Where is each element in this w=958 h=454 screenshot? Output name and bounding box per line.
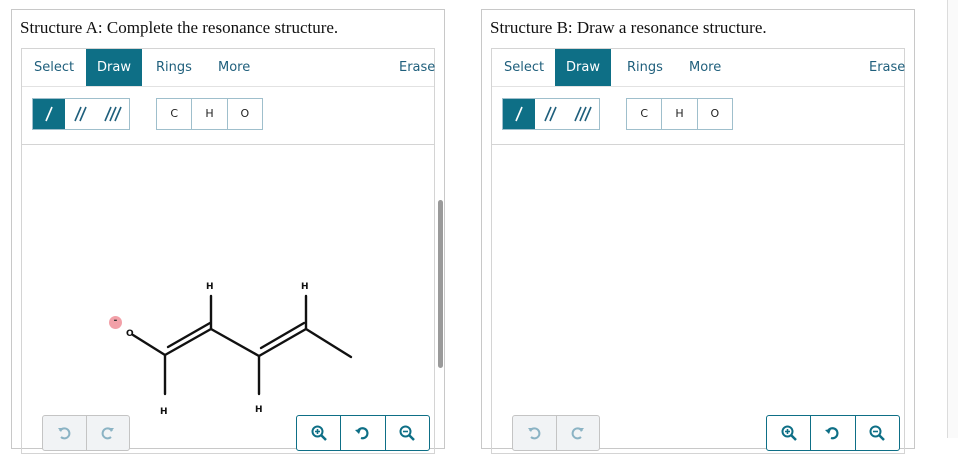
bond-tools-a	[32, 98, 130, 130]
zoom-reset-icon[interactable]	[340, 416, 384, 450]
undo-redo-b	[512, 415, 600, 451]
tab-more[interactable]: More	[678, 49, 732, 86]
bond-tools-b	[502, 98, 600, 130]
element-h-button[interactable]: H	[191, 99, 226, 129]
zoom-controls-a	[296, 415, 430, 451]
drawing-canvas-a[interactable]: - O H H H H	[21, 144, 435, 454]
tool-tabs-a: Select Draw Rings More Erase	[22, 49, 435, 87]
toolbar-b: Select Draw Rings More Erase C H O	[491, 48, 905, 145]
tab-rings[interactable]: Rings	[145, 49, 203, 86]
tab-rings[interactable]: Rings	[616, 49, 674, 86]
atom-hydrogen[interactable]: H	[160, 407, 168, 417]
zoom-in-icon[interactable]	[297, 416, 340, 450]
single-bond-icon[interactable]	[33, 99, 65, 129]
element-h-button[interactable]: H	[661, 99, 696, 129]
structure-a-panel: Structure A: Complete the resonance stru…	[11, 9, 445, 454]
erase-button[interactable]: Erase	[858, 49, 916, 86]
molecule-bonds	[131, 294, 353, 396]
negative-charge-marker[interactable]: -	[109, 315, 122, 329]
single-bond-icon[interactable]	[503, 99, 535, 129]
double-bond-icon[interactable]	[535, 99, 567, 129]
structure-b-panel: Structure B: Draw a resonance structure.…	[481, 9, 915, 454]
element-o-button[interactable]: O	[226, 99, 262, 129]
canvas-scrollbar[interactable]	[438, 200, 443, 368]
page-scrollbar[interactable]	[947, 0, 958, 438]
zoom-reset-icon[interactable]	[810, 416, 854, 450]
tab-select[interactable]: Select	[23, 49, 85, 86]
atom-hydrogen[interactable]: H	[255, 405, 263, 415]
element-c-button[interactable]: C	[157, 99, 191, 129]
zoom-out-icon[interactable]	[384, 416, 429, 450]
triple-bond-icon[interactable]	[567, 99, 599, 129]
undo-icon[interactable]	[513, 416, 556, 450]
erase-button[interactable]: Erase	[388, 49, 446, 86]
element-o-button[interactable]: O	[696, 99, 732, 129]
zoom-controls-b	[766, 415, 900, 451]
undo-icon[interactable]	[43, 416, 86, 450]
triple-bond-icon[interactable]	[97, 99, 129, 129]
redo-icon[interactable]	[555, 416, 600, 450]
double-bond-icon[interactable]	[65, 99, 97, 129]
structure-a-title: Structure A: Complete the resonance stru…	[20, 18, 339, 37]
undo-redo-a	[42, 415, 130, 451]
tab-draw[interactable]: Draw	[86, 49, 142, 86]
structure-b-title: Structure B: Draw a resonance structure.	[490, 18, 767, 37]
zoom-out-icon[interactable]	[854, 416, 899, 450]
atom-oxygen[interactable]: O	[126, 329, 134, 339]
tab-more[interactable]: More	[207, 49, 261, 86]
zoom-in-icon[interactable]	[767, 416, 810, 450]
atom-hydrogen[interactable]: H	[206, 282, 214, 292]
atom-hydrogen[interactable]: H	[301, 282, 309, 292]
tab-draw[interactable]: Draw	[555, 49, 611, 86]
tool-tabs-b: Select Draw Rings More Erase	[492, 49, 905, 87]
element-c-button[interactable]: C	[627, 99, 661, 129]
toolbar-a: Select Draw Rings More Erase C H O	[21, 48, 435, 145]
element-tools-b: C H O	[626, 98, 733, 130]
drawing-canvas-b[interactable]	[491, 144, 905, 454]
tab-select[interactable]: Select	[493, 49, 555, 86]
element-tools-a: C H O	[156, 98, 263, 130]
redo-icon[interactable]	[85, 416, 130, 450]
